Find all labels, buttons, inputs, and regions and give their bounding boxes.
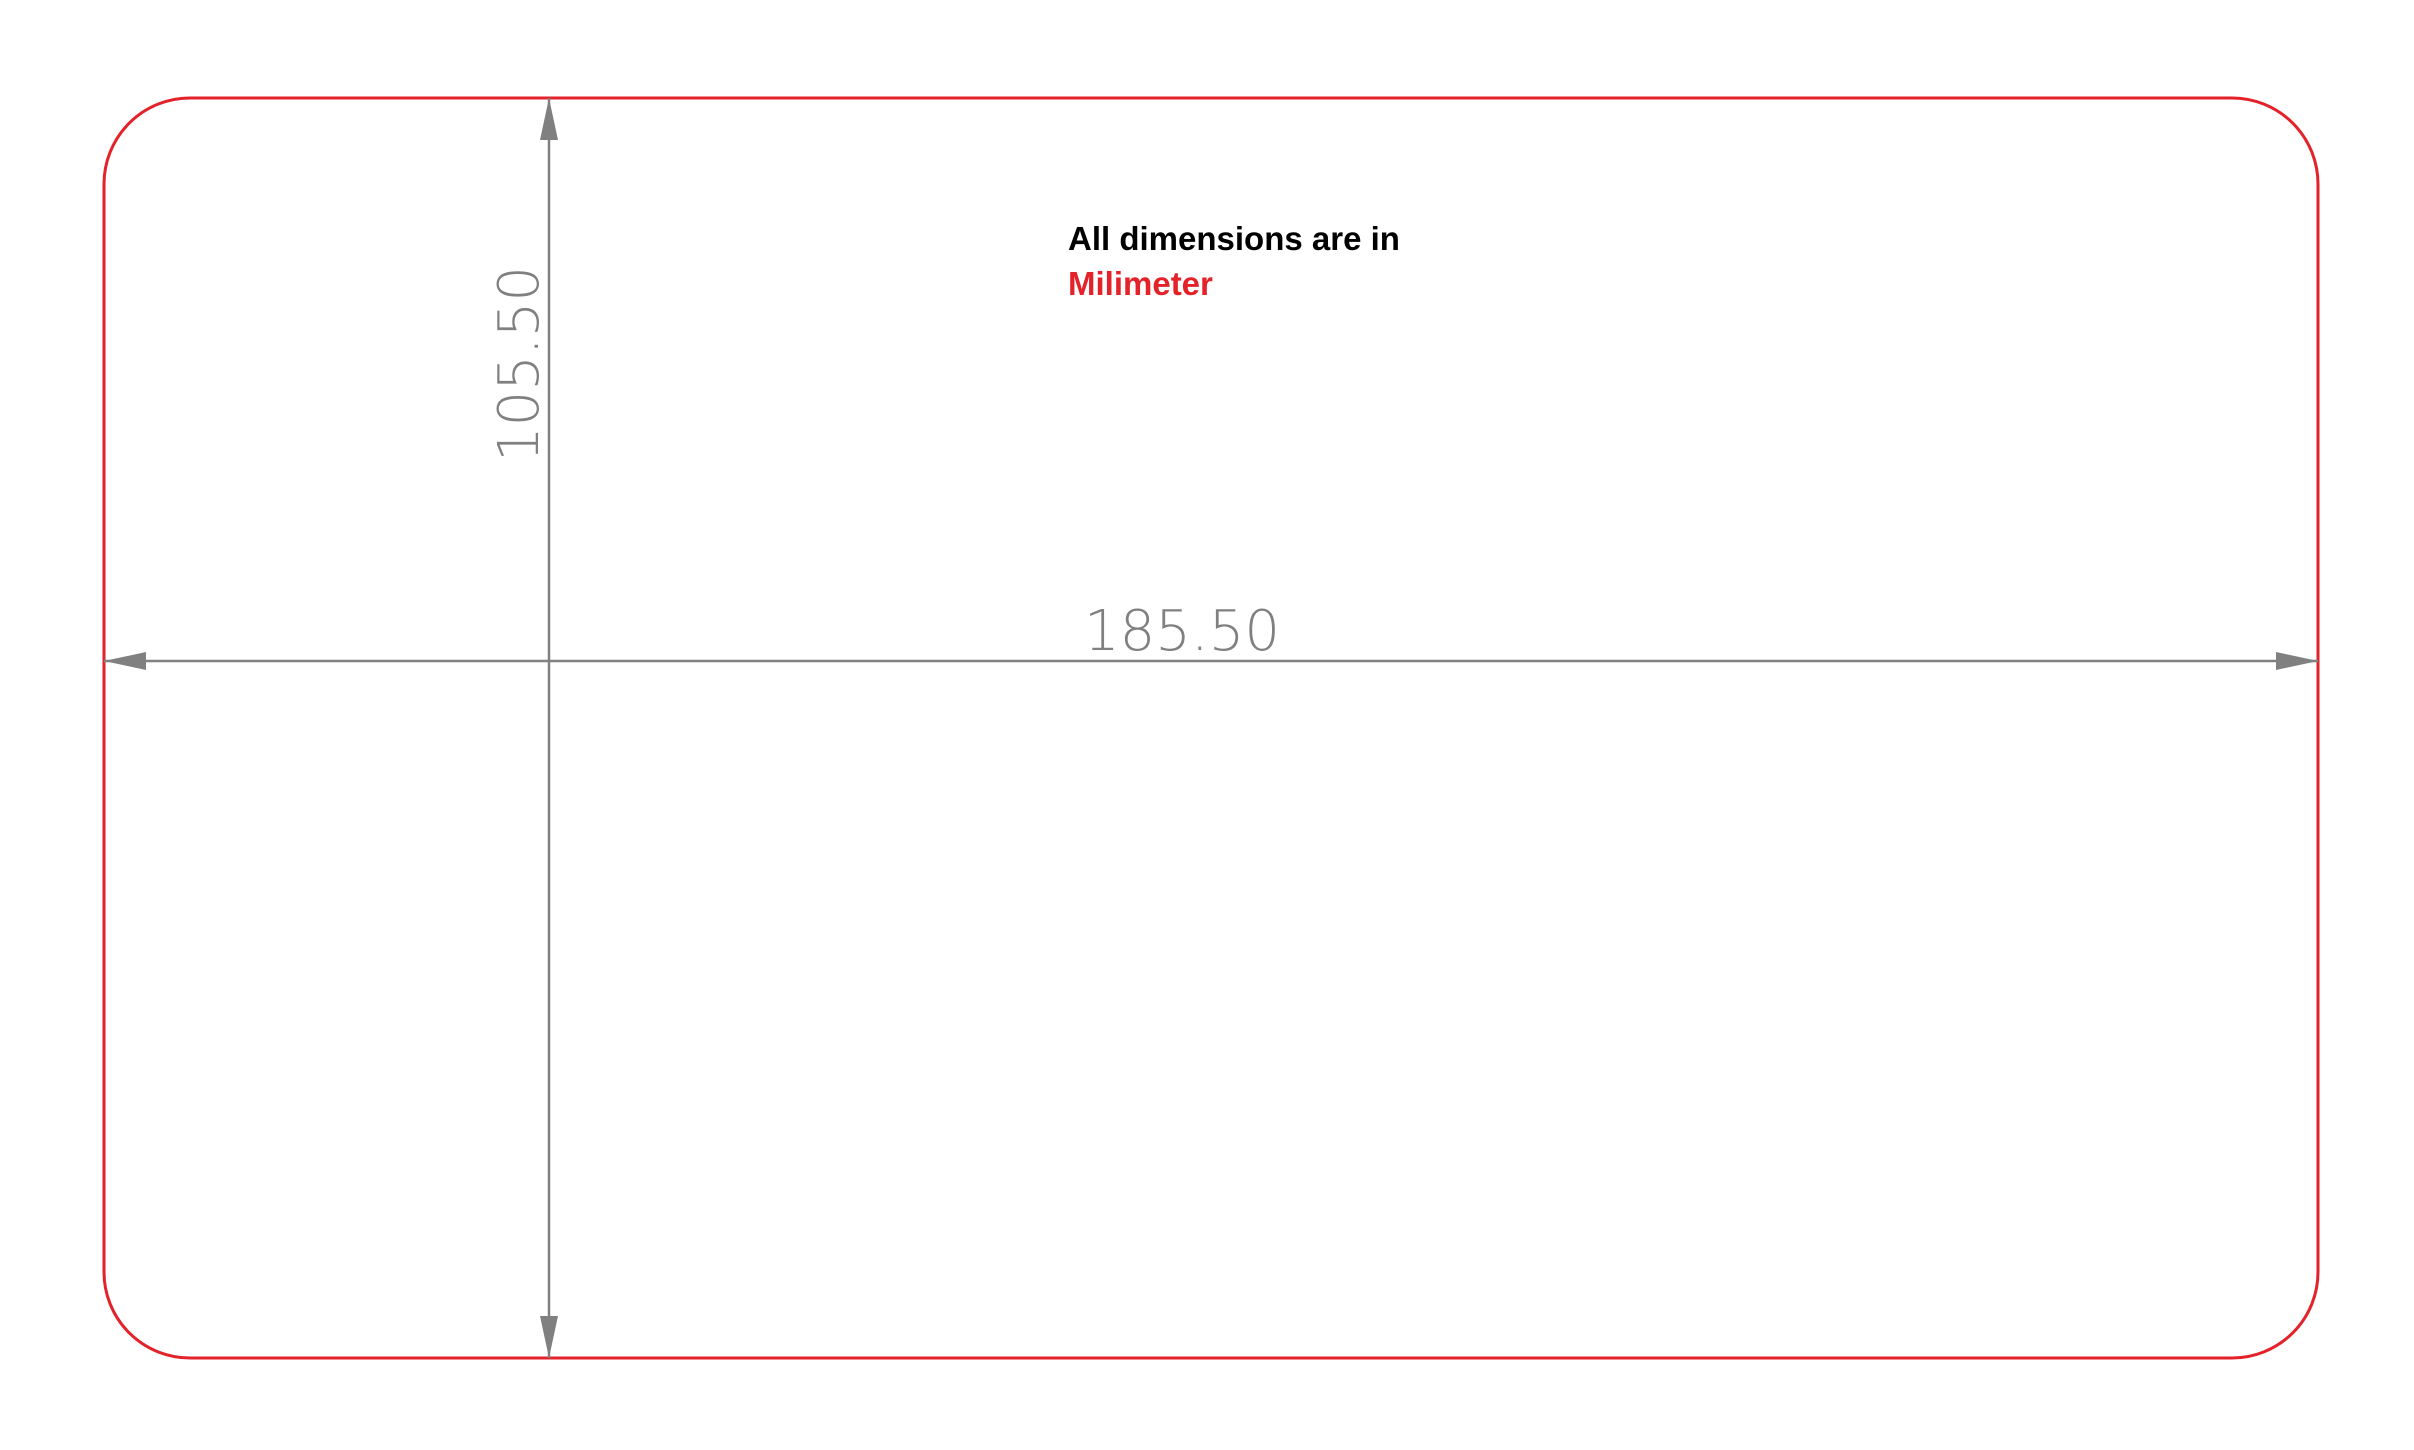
width-arrow-right-icon [2276, 652, 2318, 670]
width-arrow-left-icon [104, 652, 146, 670]
height-arrow-bottom-icon [540, 1316, 558, 1358]
units-note-line2: Milimeter [1068, 265, 1213, 302]
technical-drawing: 185.50 105.50 All dimensions are in Mili… [102, 96, 2320, 1360]
height-arrow-top-icon [540, 98, 558, 140]
units-note-line1: All dimensions are in [1068, 220, 1400, 257]
width-dimension-label: 185.50 [1084, 599, 1280, 664]
height-dimension-label: 105.50 [487, 266, 552, 462]
